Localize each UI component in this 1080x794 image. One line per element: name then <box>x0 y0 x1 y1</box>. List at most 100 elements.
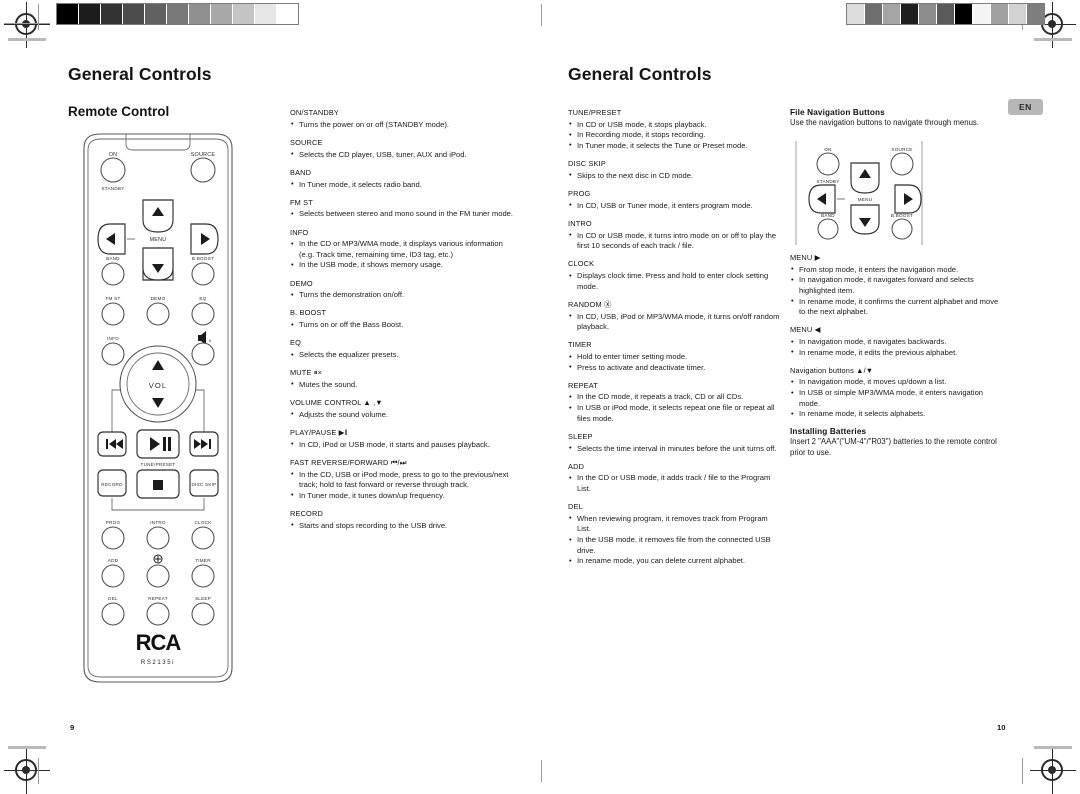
control-description-group: ON/STANDBY Turns the power on or off (STA… <box>290 108 518 130</box>
control-description-group: INFO In the CD or MP3/WMA mode, it displa… <box>290 228 518 272</box>
control-description-group: CLOCK Displays clock time. Press and hold… <box>568 259 780 292</box>
nav-label-menu: MENU <box>858 197 873 202</box>
control-bullet: When reviewing program, it removes track… <box>568 513 780 535</box>
control-heading: VOLUME CONTROL ▲ ,▼ <box>290 398 383 408</box>
control-bullet: Skips to the next disc in CD mode. <box>568 170 780 182</box>
trim-line-left-vertical-bottom <box>38 758 39 784</box>
page-number-left: 9 <box>70 723 75 732</box>
control-bullet: In CD or USB mode, it turns intro mode o… <box>568 230 780 252</box>
control-heading: CLOCK <box>568 259 595 269</box>
control-bullet: In navigation mode, it moves up/down a l… <box>790 377 1005 388</box>
nav-label-on: ON <box>824 147 831 152</box>
right-page-descriptions-col1: TUNE/PRESET In CD or USB mode, it stops p… <box>568 108 780 567</box>
page-subtitle-left: Remote Control <box>68 104 170 119</box>
remote-label-tunepreset: TUNE/PRESET <box>141 462 176 467</box>
control-heading: FM ST <box>290 197 313 207</box>
registration-mark-top-left <box>4 2 50 48</box>
color-calibration-bar-left <box>56 3 299 25</box>
control-bullet: Turns on or off the Bass Boost. <box>290 320 518 331</box>
control-bullet: In the USB mode, it shows memory usage. <box>290 260 518 271</box>
control-heading: MENU ▶ <box>790 252 821 262</box>
control-description-group: INTRO In CD or USB mode, it turns intro m… <box>568 219 780 252</box>
control-description-group: TIMER Hold to enter timer setting mode.Pr… <box>568 340 780 373</box>
installing-batteries-text: Insert 2 "AAA"("UM-4"/"R03") batteries t… <box>790 437 997 457</box>
control-heading: SLEEP <box>568 431 593 441</box>
remote-label-menu: MENU <box>150 237 167 243</box>
control-heading: INFO <box>290 227 309 237</box>
control-bullet: In Tuner mode, it selects radio band. <box>290 179 518 191</box>
remote-label-add: ADD <box>108 558 119 563</box>
remote-stop-icon <box>153 480 163 490</box>
trim-mark-bottom-right <box>1034 746 1072 749</box>
control-heading: ADD <box>568 461 585 471</box>
control-bullet: Turns the demonstration on/off. <box>290 290 518 301</box>
control-bullet: Selects between stereo and mono sound in… <box>290 209 518 220</box>
left-page-descriptions: ON/STANDBY Turns the power on or off (STA… <box>290 108 518 531</box>
control-description-group: DEMO Turns the demonstration on/off. <box>290 279 518 301</box>
control-bullet: In the CD mode, it repeats a track, CD o… <box>568 392 780 403</box>
remote-label-standby: STANDBY <box>101 186 124 191</box>
color-swatch-0 <box>847 4 865 24</box>
control-bullet: In Tuner mode, it tunes down/up frequenc… <box>290 490 518 502</box>
color-swatch-6 <box>189 4 211 24</box>
control-bullet: Selects the equalizer presets. <box>290 350 518 361</box>
control-description-group: VOLUME CONTROL ▲ ,▼Adjusts the sound vol… <box>290 398 518 420</box>
control-bullet: In navigation mode, it navigates forward… <box>790 275 1005 296</box>
remote-brand-logo: RCA <box>136 630 182 655</box>
color-swatch-1 <box>79 4 101 24</box>
control-description-group: MENU ▶ From stop mode, it enters the navi… <box>790 253 1005 318</box>
control-bullet: In the CD, USB or iPod mode, press to go… <box>290 469 518 491</box>
remote-label-eq: EQ <box>199 296 206 301</box>
file-nav-heading: File Navigation Buttons <box>790 108 885 117</box>
navigation-buttons-diagram: ON STANDBY SOURCE MENU BAND B.BOOST <box>790 137 1005 249</box>
nav-label-bboost: B.BOOST <box>891 213 913 218</box>
control-heading: BAND <box>290 167 312 177</box>
control-description-group: EQ Selects the equalizer presets. <box>290 338 518 360</box>
trim-line-center-bottom <box>541 760 542 782</box>
file-navigation-section: File Navigation Buttons Use the navigati… <box>790 108 1005 459</box>
control-description-group: Navigation buttons ▲/▼ In navigation mode… <box>790 366 1005 420</box>
color-swatch-4 <box>919 4 937 24</box>
remote-label-on: ON <box>109 152 118 158</box>
control-heading: EQ <box>290 338 301 348</box>
color-swatch-2 <box>883 4 901 24</box>
control-description-group: FM ST Selects between stereo and mono sou… <box>290 198 518 220</box>
color-swatch-2 <box>101 4 123 24</box>
remote-label-sleep: SLEEP <box>195 596 211 601</box>
control-bullet: Selects the time interval in minutes bef… <box>568 443 780 455</box>
control-bullet: In navigation mode, it navigates backwar… <box>790 337 1005 348</box>
color-swatch-8 <box>233 4 255 24</box>
control-bullet: In Recording mode, it stops recording. <box>568 130 780 141</box>
remote-label-bboost: B.BOOST <box>192 256 214 261</box>
control-description-group: RECORD Starts and stops recording to the … <box>290 509 518 531</box>
control-description-group: REPEAT In the CD mode, it repeats a track… <box>568 381 780 425</box>
language-badge: EN <box>1008 99 1043 115</box>
control-heading: B. BOOST <box>290 308 327 318</box>
remote-control-illustration: ON STANDBY SOURCE MENU BAND B.BOOST FM S… <box>68 132 248 684</box>
control-bullet: Adjusts the sound volume. <box>290 409 518 421</box>
control-bullet: In CD or USB mode, it stops playback. <box>568 119 780 131</box>
left-page: General Controls Remote Control ON STAND… <box>0 44 540 744</box>
control-bullet: Mutes the sound. <box>290 379 518 391</box>
remote-label-band: BAND <box>106 256 120 261</box>
control-heading: FAST REVERSE/FORWARD ⏮/⏭ <box>290 457 407 467</box>
remote-label-vol: VOL <box>149 381 168 390</box>
control-bullet: From stop mode, it enters the navigation… <box>790 264 1005 276</box>
trim-line-left-vertical <box>38 4 39 30</box>
page-title-right: General Controls <box>568 64 712 84</box>
color-swatch-7 <box>973 4 991 24</box>
page-title-left: General Controls <box>68 64 212 84</box>
page-number-right: 10 <box>997 723 1006 732</box>
right-page: General Controls TUNE/PRESET In CD or USB… <box>540 44 1080 744</box>
control-bullet: In USB or simple MP3/WMA mode, it enters… <box>790 388 1005 409</box>
color-swatch-10 <box>277 4 298 24</box>
remote-label-repeat: REPEAT <box>148 596 168 601</box>
nav-label-band: BAND <box>821 213 835 218</box>
color-swatch-0 <box>57 4 79 24</box>
nav-label-standby: STANDBY <box>816 179 839 184</box>
remote-label-demo: DEMO <box>151 296 166 301</box>
remote-label-discskip: DISC SKIP <box>192 482 217 487</box>
control-heading: DEMO <box>290 278 313 288</box>
color-swatch-5 <box>937 4 955 24</box>
control-description-group: PLAY/PAUSE ▶‖ In CD, iPod or USB mode, it… <box>290 428 518 450</box>
